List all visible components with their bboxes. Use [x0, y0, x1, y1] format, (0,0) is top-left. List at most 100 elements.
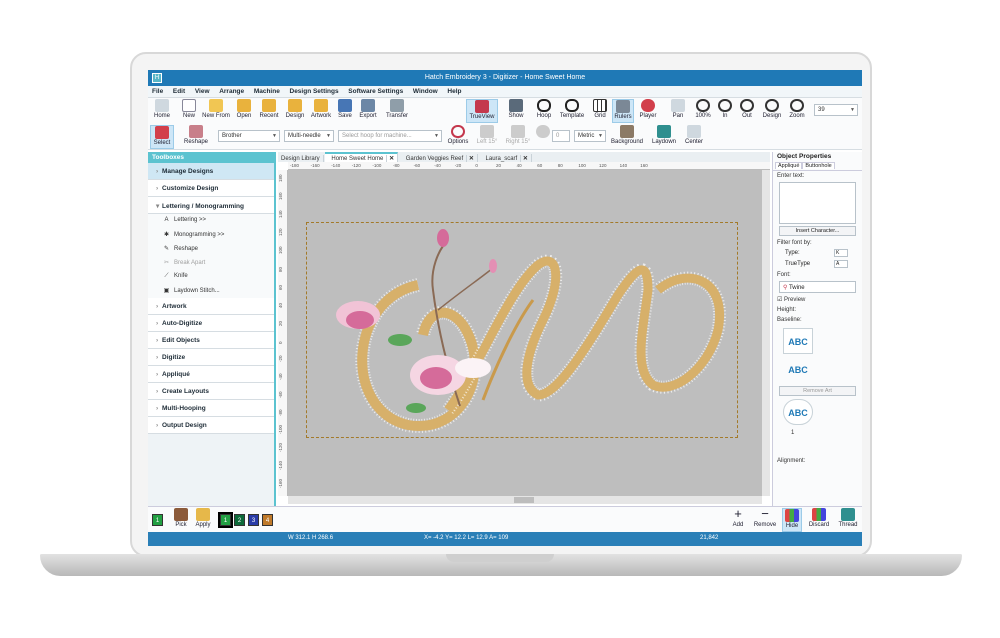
zoom-level-select[interactable]: 39 ▼ [814, 104, 858, 116]
baseline-circle-option[interactable]: ABC [783, 399, 813, 425]
secondary-toolbar: Select Reshape Brother ▼ Multi-needle ▼ Se… [148, 124, 862, 150]
apply-button[interactable]: Apply [192, 508, 214, 532]
color-swatch-2[interactable]: 2 [234, 514, 245, 526]
menu-arrange[interactable]: Arrange [215, 86, 248, 97]
angle-input[interactable]: 0 [552, 130, 570, 142]
laydown-button[interactable]: Laydown [648, 125, 680, 149]
template-button[interactable]: Template [556, 99, 588, 123]
tool-break-apart[interactable]: ✂ Break Apart [148, 256, 274, 270]
zoom-button[interactable]: Zoom [786, 99, 808, 123]
new-button[interactable]: New [180, 99, 198, 123]
horizontal-scrollbar[interactable] [288, 496, 762, 504]
show-button[interactable]: Show [504, 99, 528, 123]
trueview-button[interactable]: TrueView [466, 99, 498, 123]
status-coordinates: X= -4.2 Y= 12.2 L= 12.9 A= 109 [424, 535, 509, 541]
design-button[interactable]: Design [284, 99, 306, 123]
open-button[interactable]: Open [234, 99, 254, 123]
transfer-button[interactable]: Transfer [382, 99, 412, 123]
current-color-swatch[interactable]: 1 [152, 514, 163, 526]
center-button[interactable]: Center [682, 125, 706, 149]
section-output-design[interactable]: › Output Design [148, 417, 274, 434]
artwork-button[interactable]: Artwork [308, 99, 334, 123]
home-button[interactable]: Home [150, 99, 174, 123]
hoop-button[interactable]: Hoop [534, 99, 554, 123]
reshape-button[interactable]: Reshape [182, 125, 210, 149]
section-artwork[interactable]: › Artwork [148, 298, 274, 315]
type-select[interactable]: K [834, 249, 848, 257]
font-select[interactable]: ⚲ Twine [779, 281, 856, 293]
chevron-down-icon: ▼ [598, 133, 603, 139]
rulers-button[interactable]: Rulers [612, 99, 634, 123]
menu-software-settings[interactable]: Software Settings [344, 86, 407, 97]
section-applique[interactable]: › Appliqué [148, 366, 274, 383]
grid-button[interactable]: Grid [590, 99, 610, 123]
add-button[interactable]: + Add [728, 507, 748, 532]
thread-button[interactable]: Thread [836, 508, 860, 532]
section-multi-hooping[interactable]: › Multi-Hooping [148, 400, 274, 417]
tab-buttonhole[interactable]: Buttonhole [802, 162, 835, 169]
color-swatch-4[interactable]: 4 [262, 514, 273, 526]
tool-reshape[interactable]: ✎ Reshape [148, 242, 274, 256]
section-lettering-monogramming[interactable]: ▾ Lettering / Monogramming [148, 197, 274, 214]
zoom-out-button[interactable]: Out [738, 99, 756, 123]
section-auto-digitize[interactable]: › Auto-Digitize [148, 315, 274, 332]
color-swatch-3[interactable]: 3 [248, 514, 259, 526]
menu-file[interactable]: File [148, 86, 167, 97]
color-swatch-1[interactable]: 1 [218, 512, 233, 528]
zoom-in-button[interactable]: In [716, 99, 734, 123]
options-button[interactable]: Options [446, 125, 470, 149]
properties-tabs: Appliqué Buttonhole [773, 162, 862, 171]
artwork-icon [314, 99, 328, 112]
scroll-thumb[interactable] [514, 497, 534, 503]
discard-button[interactable]: Discard [806, 508, 832, 532]
tool-lettering[interactable]: A Lettering >> [148, 214, 274, 228]
rotate-right-button[interactable]: Right 15° [504, 125, 532, 149]
section-edit-objects[interactable]: › Edit Objects [148, 332, 274, 349]
tab-applique[interactable]: Appliqué [775, 162, 803, 169]
vertical-scrollbar[interactable] [762, 170, 770, 496]
menu-design-settings[interactable]: Design Settings [286, 86, 343, 97]
section-create-layouts[interactable]: › Create Layouts [148, 383, 274, 400]
menu-view[interactable]: View [191, 86, 214, 97]
zoom-100-button[interactable]: 100% [692, 99, 714, 123]
menu-window[interactable]: Window [409, 86, 442, 97]
hide-button[interactable]: Hide [782, 508, 802, 532]
pan-button[interactable]: Pan [668, 99, 688, 123]
fabric-select[interactable]: Brother ▼ [218, 130, 280, 142]
units-select[interactable]: Metric ▼ [574, 130, 606, 142]
baseline-arc-option[interactable]: ABC [783, 357, 813, 383]
background-icon [620, 125, 634, 138]
export-button[interactable]: Export [356, 99, 380, 123]
select-button[interactable]: Select [150, 125, 174, 149]
preview-checkbox[interactable]: ☑ Preview [773, 294, 862, 305]
pick-button[interactable]: Pick [172, 508, 190, 532]
rotate-left-button[interactable]: Left 15° [474, 125, 500, 149]
recent-button[interactable]: Recent [256, 99, 282, 123]
remove-button[interactable]: − Remove [752, 507, 778, 532]
text-input-area[interactable] [779, 182, 856, 224]
new-from-button[interactable]: New From [200, 99, 232, 123]
menu-help[interactable]: Help [443, 86, 465, 97]
machine-select[interactable]: Multi-needle ▼ [284, 130, 334, 142]
tool-monogramming[interactable]: ✱ Monogramming >> [148, 228, 274, 242]
section-digitize[interactable]: › Digitize [148, 349, 274, 366]
section-manage-designs[interactable]: › Manage Designs [148, 163, 274, 180]
design-canvas[interactable] [288, 170, 762, 496]
menu-machine[interactable]: Machine [250, 86, 284, 97]
player-button[interactable]: Player [636, 99, 660, 123]
zoom-design-button[interactable]: Design [760, 99, 784, 123]
tool-knife[interactable]: ⟋ Knife [148, 270, 274, 284]
save-button[interactable]: Save [336, 99, 354, 123]
baseline-straight-option[interactable]: ABC [783, 328, 813, 354]
background-button[interactable]: Background [608, 125, 646, 149]
monogram-embroidery[interactable] [288, 170, 762, 496]
home-icon [155, 99, 169, 112]
truetype-select[interactable]: A [834, 260, 848, 268]
menu-edit[interactable]: Edit [169, 86, 189, 97]
angle-icon-button[interactable] [536, 125, 550, 149]
insert-character-button[interactable]: Insert Character... [779, 226, 856, 236]
tool-laydown-stitch[interactable]: ▣ Laydown Stitch... [148, 284, 274, 298]
hoop-select[interactable]: Select hoop for machine... ▼ [338, 130, 442, 142]
remove-art-button[interactable]: Remove Art [779, 386, 856, 396]
section-customize-design[interactable]: › Customize Design [148, 180, 274, 197]
